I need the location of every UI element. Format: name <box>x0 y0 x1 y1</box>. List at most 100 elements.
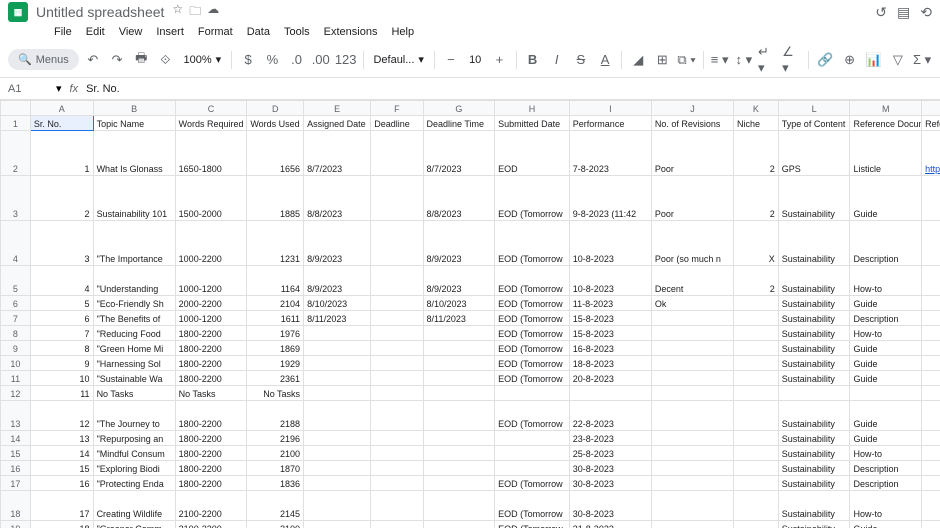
cell[interactable] <box>922 326 940 341</box>
col-header-G[interactable]: G <box>423 101 495 116</box>
cell[interactable] <box>423 461 495 476</box>
cell[interactable] <box>734 431 779 446</box>
rotate-button[interactable]: ∠ ▾ <box>782 49 802 71</box>
cell[interactable]: 16 <box>30 476 93 491</box>
cell[interactable]: 2 <box>30 176 93 221</box>
cell[interactable] <box>371 476 423 491</box>
cloud-icon[interactable]: ☁ <box>207 2 219 23</box>
cell[interactable] <box>371 461 423 476</box>
cell[interactable]: Decent <box>651 266 733 296</box>
cell[interactable]: EOD <box>495 131 570 176</box>
cell[interactable] <box>922 386 940 401</box>
zoom-select[interactable]: 100% ▾ <box>179 51 225 68</box>
cell[interactable]: 1231 <box>247 221 304 266</box>
row-header[interactable]: 17 <box>1 476 31 491</box>
header-cell[interactable]: Performance <box>569 116 651 131</box>
row-header[interactable]: 9 <box>1 341 31 356</box>
cell[interactable]: 6 <box>30 311 93 326</box>
cell[interactable]: EOD (Tomorrow <box>495 476 570 491</box>
cell[interactable] <box>651 521 733 529</box>
col-header-B[interactable]: B <box>93 101 175 116</box>
cell[interactable] <box>371 521 423 529</box>
cell[interactable]: 1000-2200 <box>175 221 247 266</box>
borders-button[interactable]: ⊞ <box>652 49 672 71</box>
cell[interactable] <box>922 176 940 221</box>
formula-input[interactable]: Sr. No. <box>86 83 120 95</box>
menu-insert[interactable]: Insert <box>150 24 190 40</box>
cell[interactable]: No Tasks <box>247 386 304 401</box>
cell[interactable]: 2361 <box>247 371 304 386</box>
cell[interactable] <box>304 401 371 431</box>
cell[interactable]: EOD (Tomorrow <box>495 401 570 431</box>
cell[interactable]: 18-8-2023 <box>569 356 651 371</box>
cell[interactable] <box>495 386 570 401</box>
cell[interactable]: Description <box>850 476 922 491</box>
merge-button[interactable]: ⧉ ▾ <box>676 49 696 71</box>
menus-search[interactable]: 🔍Menus <box>8 49 79 70</box>
cell[interactable]: 18 <box>30 521 93 529</box>
cell[interactable] <box>734 446 779 461</box>
cell[interactable]: 8/7/2023 <box>304 131 371 176</box>
cell[interactable] <box>495 431 570 446</box>
cell[interactable]: Sustainability <box>778 296 850 311</box>
functions-button[interactable]: Σ ▾ <box>912 49 932 71</box>
cell[interactable]: 1000-1200 <box>175 311 247 326</box>
cell[interactable] <box>922 311 940 326</box>
print-button[interactable]: 🖶 <box>131 49 151 71</box>
cell[interactable] <box>304 371 371 386</box>
cell[interactable]: Poor <box>651 176 733 221</box>
cell[interactable] <box>778 386 850 401</box>
cell[interactable]: 1 <box>30 131 93 176</box>
cell[interactable]: 1800-2200 <box>175 401 247 431</box>
cell[interactable]: 1650-1800 <box>175 131 247 176</box>
cell[interactable]: https://travfamily <box>922 131 940 176</box>
cell[interactable]: 10-8-2023 <box>569 221 651 266</box>
dec-increase-button[interactable]: .00 <box>311 49 331 71</box>
cell[interactable]: 2104 <box>247 296 304 311</box>
cell[interactable]: Poor (so much n <box>651 221 733 266</box>
cell[interactable]: "Exploring Biodi <box>93 461 175 476</box>
cell[interactable]: Sustainability <box>778 401 850 431</box>
col-header-I[interactable]: I <box>569 101 651 116</box>
cell[interactable] <box>423 356 495 371</box>
cell[interactable]: What Is Glonass <box>93 131 175 176</box>
cell[interactable]: 8/9/2023 <box>304 266 371 296</box>
col-header-J[interactable]: J <box>651 101 733 116</box>
cell[interactable] <box>569 386 651 401</box>
cell[interactable] <box>371 446 423 461</box>
cell[interactable]: Guide <box>850 341 922 356</box>
header-cell[interactable]: Deadline Time <box>423 116 495 131</box>
cell[interactable] <box>922 461 940 476</box>
cell[interactable] <box>651 341 733 356</box>
row-header[interactable]: 18 <box>1 491 31 521</box>
cell[interactable] <box>734 371 779 386</box>
cell[interactable]: 2000-2200 <box>175 296 247 311</box>
cell[interactable] <box>922 266 940 296</box>
cell[interactable]: "Harnessing Sol <box>93 356 175 371</box>
cell[interactable] <box>371 131 423 176</box>
cell[interactable]: "Sustainable Wa <box>93 371 175 386</box>
percent-button[interactable]: % <box>262 49 282 71</box>
row-header[interactable]: 13 <box>1 401 31 431</box>
cell[interactable] <box>734 386 779 401</box>
cell[interactable] <box>304 431 371 446</box>
cell[interactable] <box>734 521 779 529</box>
cell[interactable]: EOD (Tomorrow <box>495 371 570 386</box>
cell[interactable]: Guide <box>850 371 922 386</box>
cell[interactable]: 1800-2200 <box>175 341 247 356</box>
cell[interactable]: How-to <box>850 491 922 521</box>
cell[interactable]: 2100-2200 <box>175 491 247 521</box>
select-all[interactable] <box>1 101 31 116</box>
cell[interactable] <box>304 491 371 521</box>
cell[interactable] <box>734 311 779 326</box>
cell[interactable]: 8/11/2023 <box>423 311 495 326</box>
cell[interactable] <box>651 491 733 521</box>
cell[interactable]: 16-8-2023 <box>569 341 651 356</box>
cell[interactable]: EOD (Tomorrow <box>495 491 570 521</box>
cell[interactable]: 8/9/2023 <box>423 266 495 296</box>
cell[interactable]: 30-8-2023 <box>569 491 651 521</box>
cell[interactable] <box>423 371 495 386</box>
cell[interactable]: 7-8-2023 <box>569 131 651 176</box>
cell[interactable]: 8/9/2023 <box>304 221 371 266</box>
cell[interactable] <box>651 476 733 491</box>
